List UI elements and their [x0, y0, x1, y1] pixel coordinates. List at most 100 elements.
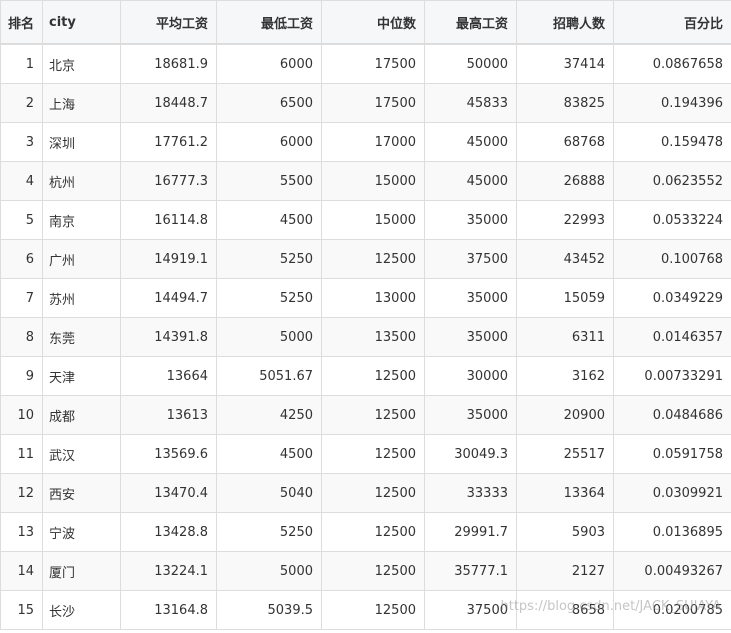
table-header-row: 排名 city 平均工资 最低工资 中位数 最高工资 招聘人数 百分比	[0, 0, 731, 45]
cell-max-salary: 35000	[424, 200, 517, 240]
cell-rank: 7	[0, 278, 43, 318]
cell-avg-salary: 14391.8	[120, 317, 217, 357]
cell-hiring-count: 37414	[516, 43, 614, 84]
cell-city: 南京	[42, 200, 121, 240]
cell-rank: 12	[0, 473, 43, 513]
cell-avg-salary: 13470.4	[120, 473, 217, 513]
cell-rank: 9	[0, 356, 43, 396]
cell-hiring-count: 22993	[516, 200, 614, 240]
table-row: 1 北京 18681.9 6000 17500 50000 37414 0.0867658	[0, 43, 731, 84]
cell-hiring-count: 5903	[516, 512, 614, 552]
header-avg-salary[interactable]: 平均工资	[120, 0, 217, 45]
cell-max-salary: 35000	[424, 317, 517, 357]
cell-city: 成都	[42, 395, 121, 435]
cell-median: 17500	[321, 83, 425, 123]
cell-hiring-count: 83825	[516, 83, 614, 123]
cell-percentage: 0.0867658	[613, 43, 731, 84]
cell-rank: 5	[0, 200, 43, 240]
cell-hiring-count: 20900	[516, 395, 614, 435]
table-row: 6 广州 14919.1 5250 12500 37500 43452 0.100768	[0, 239, 731, 279]
cell-percentage: 0.0309921	[613, 473, 731, 513]
header-max-salary[interactable]: 最高工资	[424, 0, 517, 45]
cell-max-salary: 45833	[424, 83, 517, 123]
cell-rank: 6	[0, 239, 43, 279]
table-row: 8 东莞 14391.8 5000 13500 35000 6311 0.0146357	[0, 317, 731, 357]
cell-rank: 15	[0, 590, 43, 630]
cell-median: 12500	[321, 239, 425, 279]
cell-min-salary: 6500	[216, 83, 322, 123]
table-row: 3 深圳 17761.2 6000 17000 45000 68768 0.159478	[0, 122, 731, 162]
header-city[interactable]: city	[42, 0, 121, 45]
cell-rank: 3	[0, 122, 43, 162]
cell-min-salary: 4500	[216, 434, 322, 474]
cell-percentage: 0.0484686	[613, 395, 731, 435]
cell-median: 12500	[321, 512, 425, 552]
cell-median: 12500	[321, 356, 425, 396]
cell-city: 苏州	[42, 278, 121, 318]
cell-percentage: 0.0349229	[613, 278, 731, 318]
cell-rank: 8	[0, 317, 43, 357]
cell-median: 12500	[321, 395, 425, 435]
cell-avg-salary: 13428.8	[120, 512, 217, 552]
cell-max-salary: 50000	[424, 43, 517, 84]
cell-hiring-count: 68768	[516, 122, 614, 162]
cell-min-salary: 5000	[216, 551, 322, 591]
table-row: 9 天津 13664 5051.67 12500 30000 3162 0.00733291	[0, 356, 731, 396]
cell-min-salary: 4250	[216, 395, 322, 435]
header-hiring-count[interactable]: 招聘人数	[516, 0, 614, 45]
cell-city: 东莞	[42, 317, 121, 357]
cell-min-salary: 4500	[216, 200, 322, 240]
cell-avg-salary: 13613	[120, 395, 217, 435]
cell-avg-salary: 13164.8	[120, 590, 217, 630]
cell-median: 12500	[321, 473, 425, 513]
cell-median: 17500	[321, 43, 425, 84]
header-min-salary[interactable]: 最低工资	[216, 0, 322, 45]
cell-city: 北京	[42, 43, 121, 84]
cell-max-salary: 30000	[424, 356, 517, 396]
cell-min-salary: 5040	[216, 473, 322, 513]
cell-min-salary: 6000	[216, 122, 322, 162]
table-row: 2 上海 18448.7 6500 17500 45833 83825 0.194396	[0, 83, 731, 123]
cell-rank: 14	[0, 551, 43, 591]
cell-min-salary: 5250	[216, 278, 322, 318]
cell-min-salary: 5000	[216, 317, 322, 357]
cell-avg-salary: 14494.7	[120, 278, 217, 318]
cell-max-salary: 35777.1	[424, 551, 517, 591]
cell-max-salary: 35000	[424, 278, 517, 318]
cell-min-salary: 6000	[216, 43, 322, 84]
cell-city: 广州	[42, 239, 121, 279]
cell-hiring-count: 6311	[516, 317, 614, 357]
cell-max-salary: 37500	[424, 239, 517, 279]
cell-min-salary: 5500	[216, 161, 322, 201]
cell-median: 15000	[321, 161, 425, 201]
cell-city: 武汉	[42, 434, 121, 474]
header-median[interactable]: 中位数	[321, 0, 425, 45]
cell-min-salary: 5039.5	[216, 590, 322, 630]
cell-hiring-count: 8658	[516, 590, 614, 630]
cell-avg-salary: 13224.1	[120, 551, 217, 591]
cell-max-salary: 29991.7	[424, 512, 517, 552]
cell-avg-salary: 18681.9	[120, 43, 217, 84]
cell-hiring-count: 13364	[516, 473, 614, 513]
header-percentage[interactable]: 百分比	[613, 0, 731, 45]
cell-min-salary: 5051.67	[216, 356, 322, 396]
header-rank[interactable]: 排名	[0, 0, 43, 45]
cell-city: 上海	[42, 83, 121, 123]
cell-percentage: 0.159478	[613, 122, 731, 162]
cell-percentage: 0.0146357	[613, 317, 731, 357]
cell-rank: 1	[0, 43, 43, 84]
cell-city: 天津	[42, 356, 121, 396]
cell-max-salary: 33333	[424, 473, 517, 513]
salary-table: 排名 city 平均工资 最低工资 中位数 最高工资 招聘人数 百分比 1 北京 1…	[0, 0, 731, 630]
cell-avg-salary: 14919.1	[120, 239, 217, 279]
cell-percentage: 0.00493267	[613, 551, 731, 591]
cell-avg-salary: 18448.7	[120, 83, 217, 123]
cell-hiring-count: 15059	[516, 278, 614, 318]
table-row: 13 宁波 13428.8 5250 12500 29991.7 5903 0.0136895	[0, 512, 731, 552]
cell-rank: 2	[0, 83, 43, 123]
cell-rank: 11	[0, 434, 43, 474]
table-row: 4 杭州 16777.3 5500 15000 45000 26888 0.0623552	[0, 161, 731, 201]
cell-max-salary: 45000	[424, 161, 517, 201]
cell-city: 厦门	[42, 551, 121, 591]
cell-max-salary: 37500	[424, 590, 517, 630]
